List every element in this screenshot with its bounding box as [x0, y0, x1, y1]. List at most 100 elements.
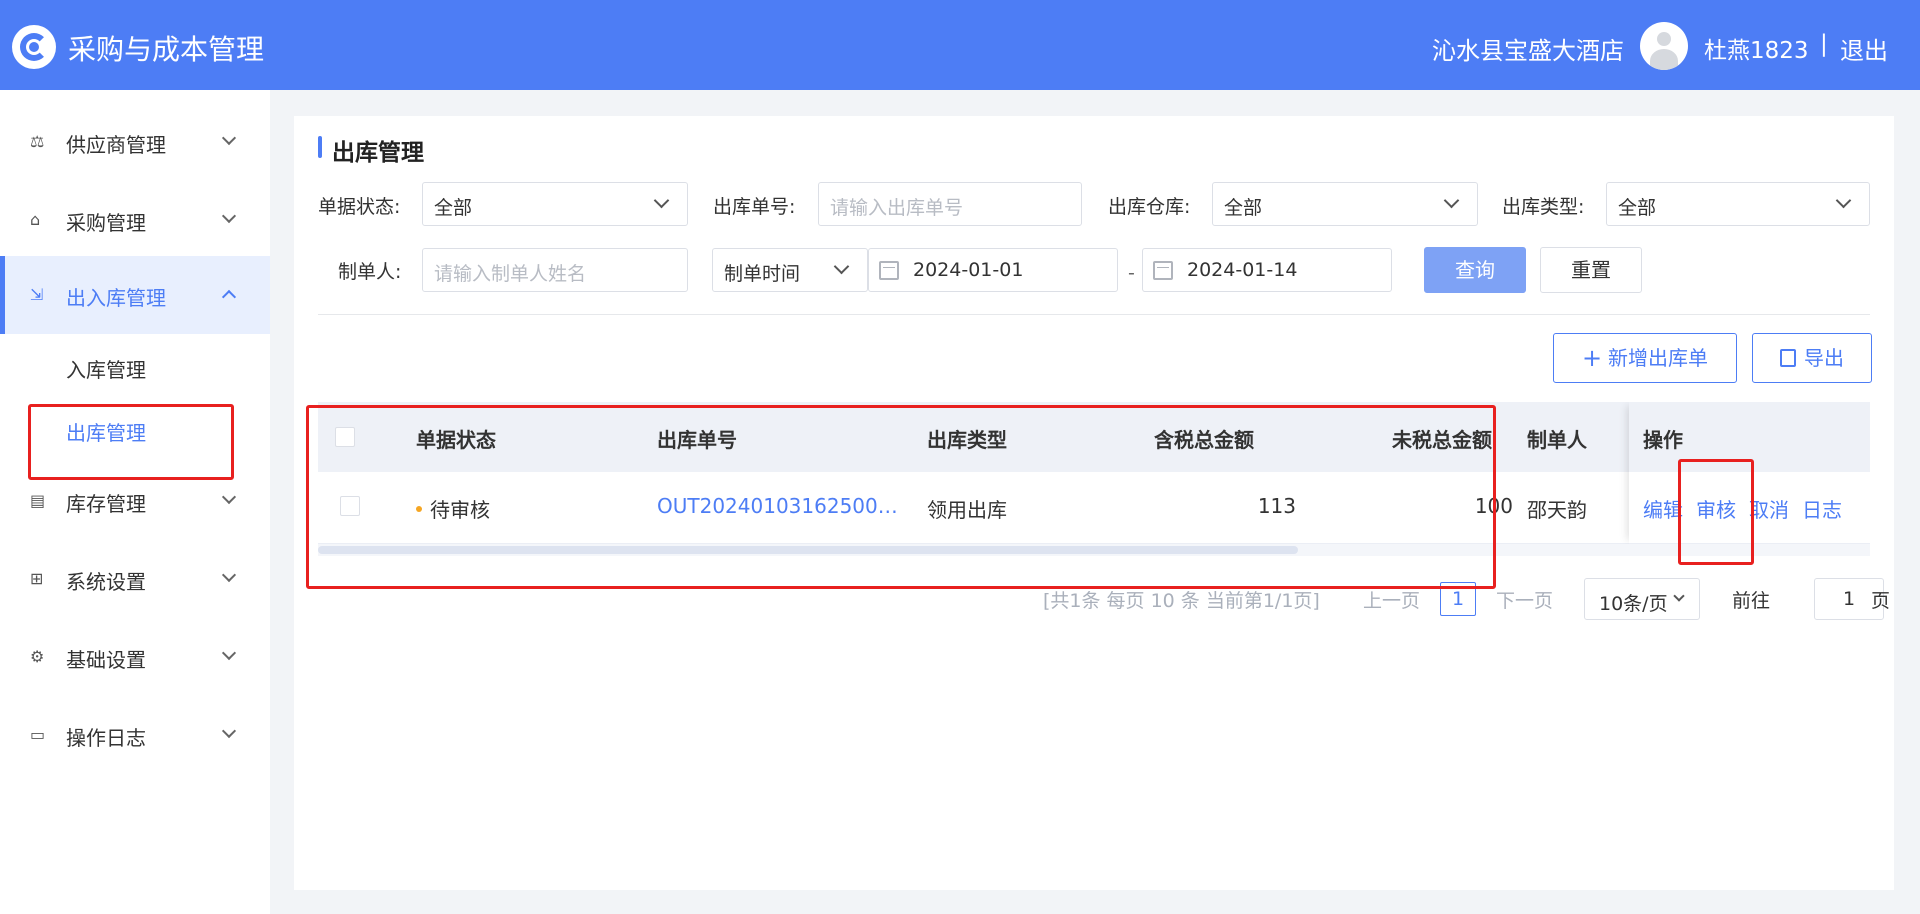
row-status: 待审核 — [416, 494, 490, 523]
time-type-value: 制单时间 — [724, 263, 801, 285]
row-type: 领用出库 — [927, 498, 1007, 522]
export-icon — [1780, 349, 1796, 367]
chevron-down-icon — [1443, 192, 1460, 209]
time-type-select[interactable]: 制单时间 — [712, 248, 868, 292]
inout-icon: ⇲ — [30, 285, 44, 304]
creator-input[interactable]: 请输入制单人姓名 — [422, 248, 688, 292]
add-outbound-label: 新增出库单 — [1608, 346, 1709, 370]
select-all-checkbox[interactable] — [335, 427, 355, 447]
chevron-down-icon — [1673, 590, 1685, 602]
chevron-down-icon — [221, 130, 237, 146]
date-range-separator: - — [1128, 262, 1135, 284]
status-select[interactable]: 全部 — [422, 182, 688, 226]
sidebar-item-log[interactable]: ▭ 操作日志 — [0, 696, 270, 774]
chevron-down-icon — [221, 208, 237, 224]
col-ops: 操作 — [1643, 428, 1683, 452]
warehouse-select-value: 全部 — [1224, 197, 1263, 219]
type-select-value: 全部 — [1618, 197, 1657, 219]
logout-link[interactable]: 退出 — [1840, 31, 1888, 66]
sidebar-item-label: 基础设置 — [66, 648, 146, 672]
row-status-text: 待审核 — [430, 498, 490, 522]
pending-dot-icon — [416, 505, 422, 512]
pagination-summary: [共1条 每页 10 条 当前第1/1页] — [1043, 590, 1320, 612]
sidebar-item-label: 操作日志 — [66, 726, 146, 750]
warehouse-select[interactable]: 全部 — [1212, 182, 1478, 226]
status-filter-label: 单据状态: — [318, 196, 401, 218]
chevron-down-icon — [221, 645, 237, 661]
date-end-value: 2024-01-14 — [1187, 259, 1298, 281]
sidebar-item-label: 库存管理 — [66, 492, 146, 516]
sidebar-item-label: 系统设置 — [66, 570, 146, 594]
sidebar-item-inout[interactable]: ⇲ 出入库管理 — [0, 256, 270, 334]
goto-label: 前往 — [1732, 590, 1771, 612]
date-end-picker[interactable]: 2024-01-14 — [1142, 248, 1392, 292]
sidebar-subitem-outbound[interactable]: 出库管理 — [66, 417, 146, 446]
type-select[interactable]: 全部 — [1606, 182, 1870, 226]
horizontal-scrollbar[interactable] — [318, 544, 1870, 556]
reset-button[interactable]: 重置 — [1540, 247, 1642, 293]
calendar-icon — [1153, 261, 1173, 280]
header-separator: | — [1820, 31, 1828, 57]
export-label: 导出 — [1804, 346, 1844, 370]
sidebar-subitem-inbound[interactable]: 入库管理 — [66, 354, 146, 383]
sidebar-item-supplier[interactable]: ⚖ 供应商管理 — [0, 103, 270, 181]
order-no-placeholder: 请输入出库单号 — [830, 197, 964, 219]
date-start-picker[interactable]: 2024-01-01 — [868, 248, 1118, 292]
row-notax-total: 100 — [1474, 494, 1513, 518]
chevron-down-icon — [221, 723, 237, 739]
app-logo-icon — [12, 25, 56, 69]
chevron-down-icon — [1835, 192, 1852, 209]
sidebar-item-purchase[interactable]: ⌂ 采购管理 — [0, 181, 270, 259]
page-size-select[interactable]: 10条/页 — [1584, 578, 1700, 620]
chevron-up-icon — [221, 289, 237, 305]
log-link[interactable]: 日志 — [1802, 494, 1842, 523]
next-page-button[interactable]: 下一页 — [1496, 586, 1553, 613]
ops-row-cell: 编辑 审核 取消 日志 — [1629, 472, 1870, 544]
export-button[interactable]: 导出 — [1752, 333, 1872, 383]
main-panel: 出库管理 单据状态: 全部 出库单号: 请输入出库单号 出库仓库: 全部 出库类… — [294, 116, 1894, 890]
filter-divider — [318, 314, 1870, 315]
hotel-name: 沁水县宝盛大酒店 — [1432, 37, 1624, 65]
order-no-input[interactable]: 请输入出库单号 — [818, 182, 1082, 226]
log-icon: ▭ — [30, 725, 46, 744]
user-avatar-icon[interactable] — [1640, 22, 1688, 70]
page-size-value: 10条/页 — [1599, 593, 1668, 615]
chevron-down-icon — [653, 192, 670, 209]
type-label: 出库类型: — [1502, 196, 1585, 218]
row-order-no-link[interactable]: OUT20240103162500… — [657, 494, 898, 518]
sidebar-item-system[interactable]: ⊞ 系统设置 — [0, 540, 270, 618]
creator-label: 制单人: — [338, 261, 402, 283]
top-header: 采购与成本管理 沁水县宝盛大酒店 杜燕1823 | 退出 — [0, 0, 1920, 90]
inventory-icon: ▤ — [30, 491, 46, 510]
page-title: 出库管理 — [318, 133, 424, 167]
cancel-link[interactable]: 取消 — [1749, 494, 1789, 523]
query-button[interactable]: 查询 — [1424, 247, 1526, 293]
plus-icon: + — [1581, 344, 1603, 372]
username: 杜燕1823 — [1704, 38, 1809, 64]
supplier-icon: ⚖ — [30, 132, 45, 151]
row-tax-total: 113 — [1257, 494, 1296, 518]
col-type: 出库类型 — [927, 428, 1007, 452]
chevron-down-icon — [221, 489, 237, 505]
sidebar-item-label: 采购管理 — [66, 211, 146, 235]
prev-page-button[interactable]: 上一页 — [1363, 586, 1420, 613]
approve-link[interactable]: 审核 — [1696, 494, 1736, 523]
scrollbar-thumb[interactable] — [318, 546, 1298, 554]
edit-link[interactable]: 编辑 — [1643, 494, 1683, 523]
col-order-no: 出库单号 — [657, 428, 737, 452]
col-tax-total: 含税总金额 — [1154, 428, 1254, 452]
sidebar-item-basic[interactable]: ⚙ 基础设置 — [0, 618, 270, 696]
ops-header-cell: 操作 — [1629, 402, 1870, 472]
calendar-icon — [879, 261, 899, 280]
sidebar-item-label: 供应商管理 — [66, 133, 166, 157]
sidebar-item-inventory[interactable]: ▤ 库存管理 — [0, 462, 270, 540]
gear-icon: ⚙ — [30, 647, 45, 666]
sidebar-item-label: 出入库管理 — [66, 286, 166, 310]
col-notax-total: 未税总金额 — [1392, 428, 1492, 452]
add-outbound-button[interactable]: + 新增出库单 — [1553, 333, 1737, 383]
col-status: 单据状态 — [416, 428, 496, 452]
row-checkbox[interactable] — [340, 496, 360, 516]
system-icon: ⊞ — [30, 569, 44, 588]
app-title: 采购与成本管理 — [68, 33, 265, 66]
page-number-current[interactable]: 1 — [1440, 582, 1476, 616]
